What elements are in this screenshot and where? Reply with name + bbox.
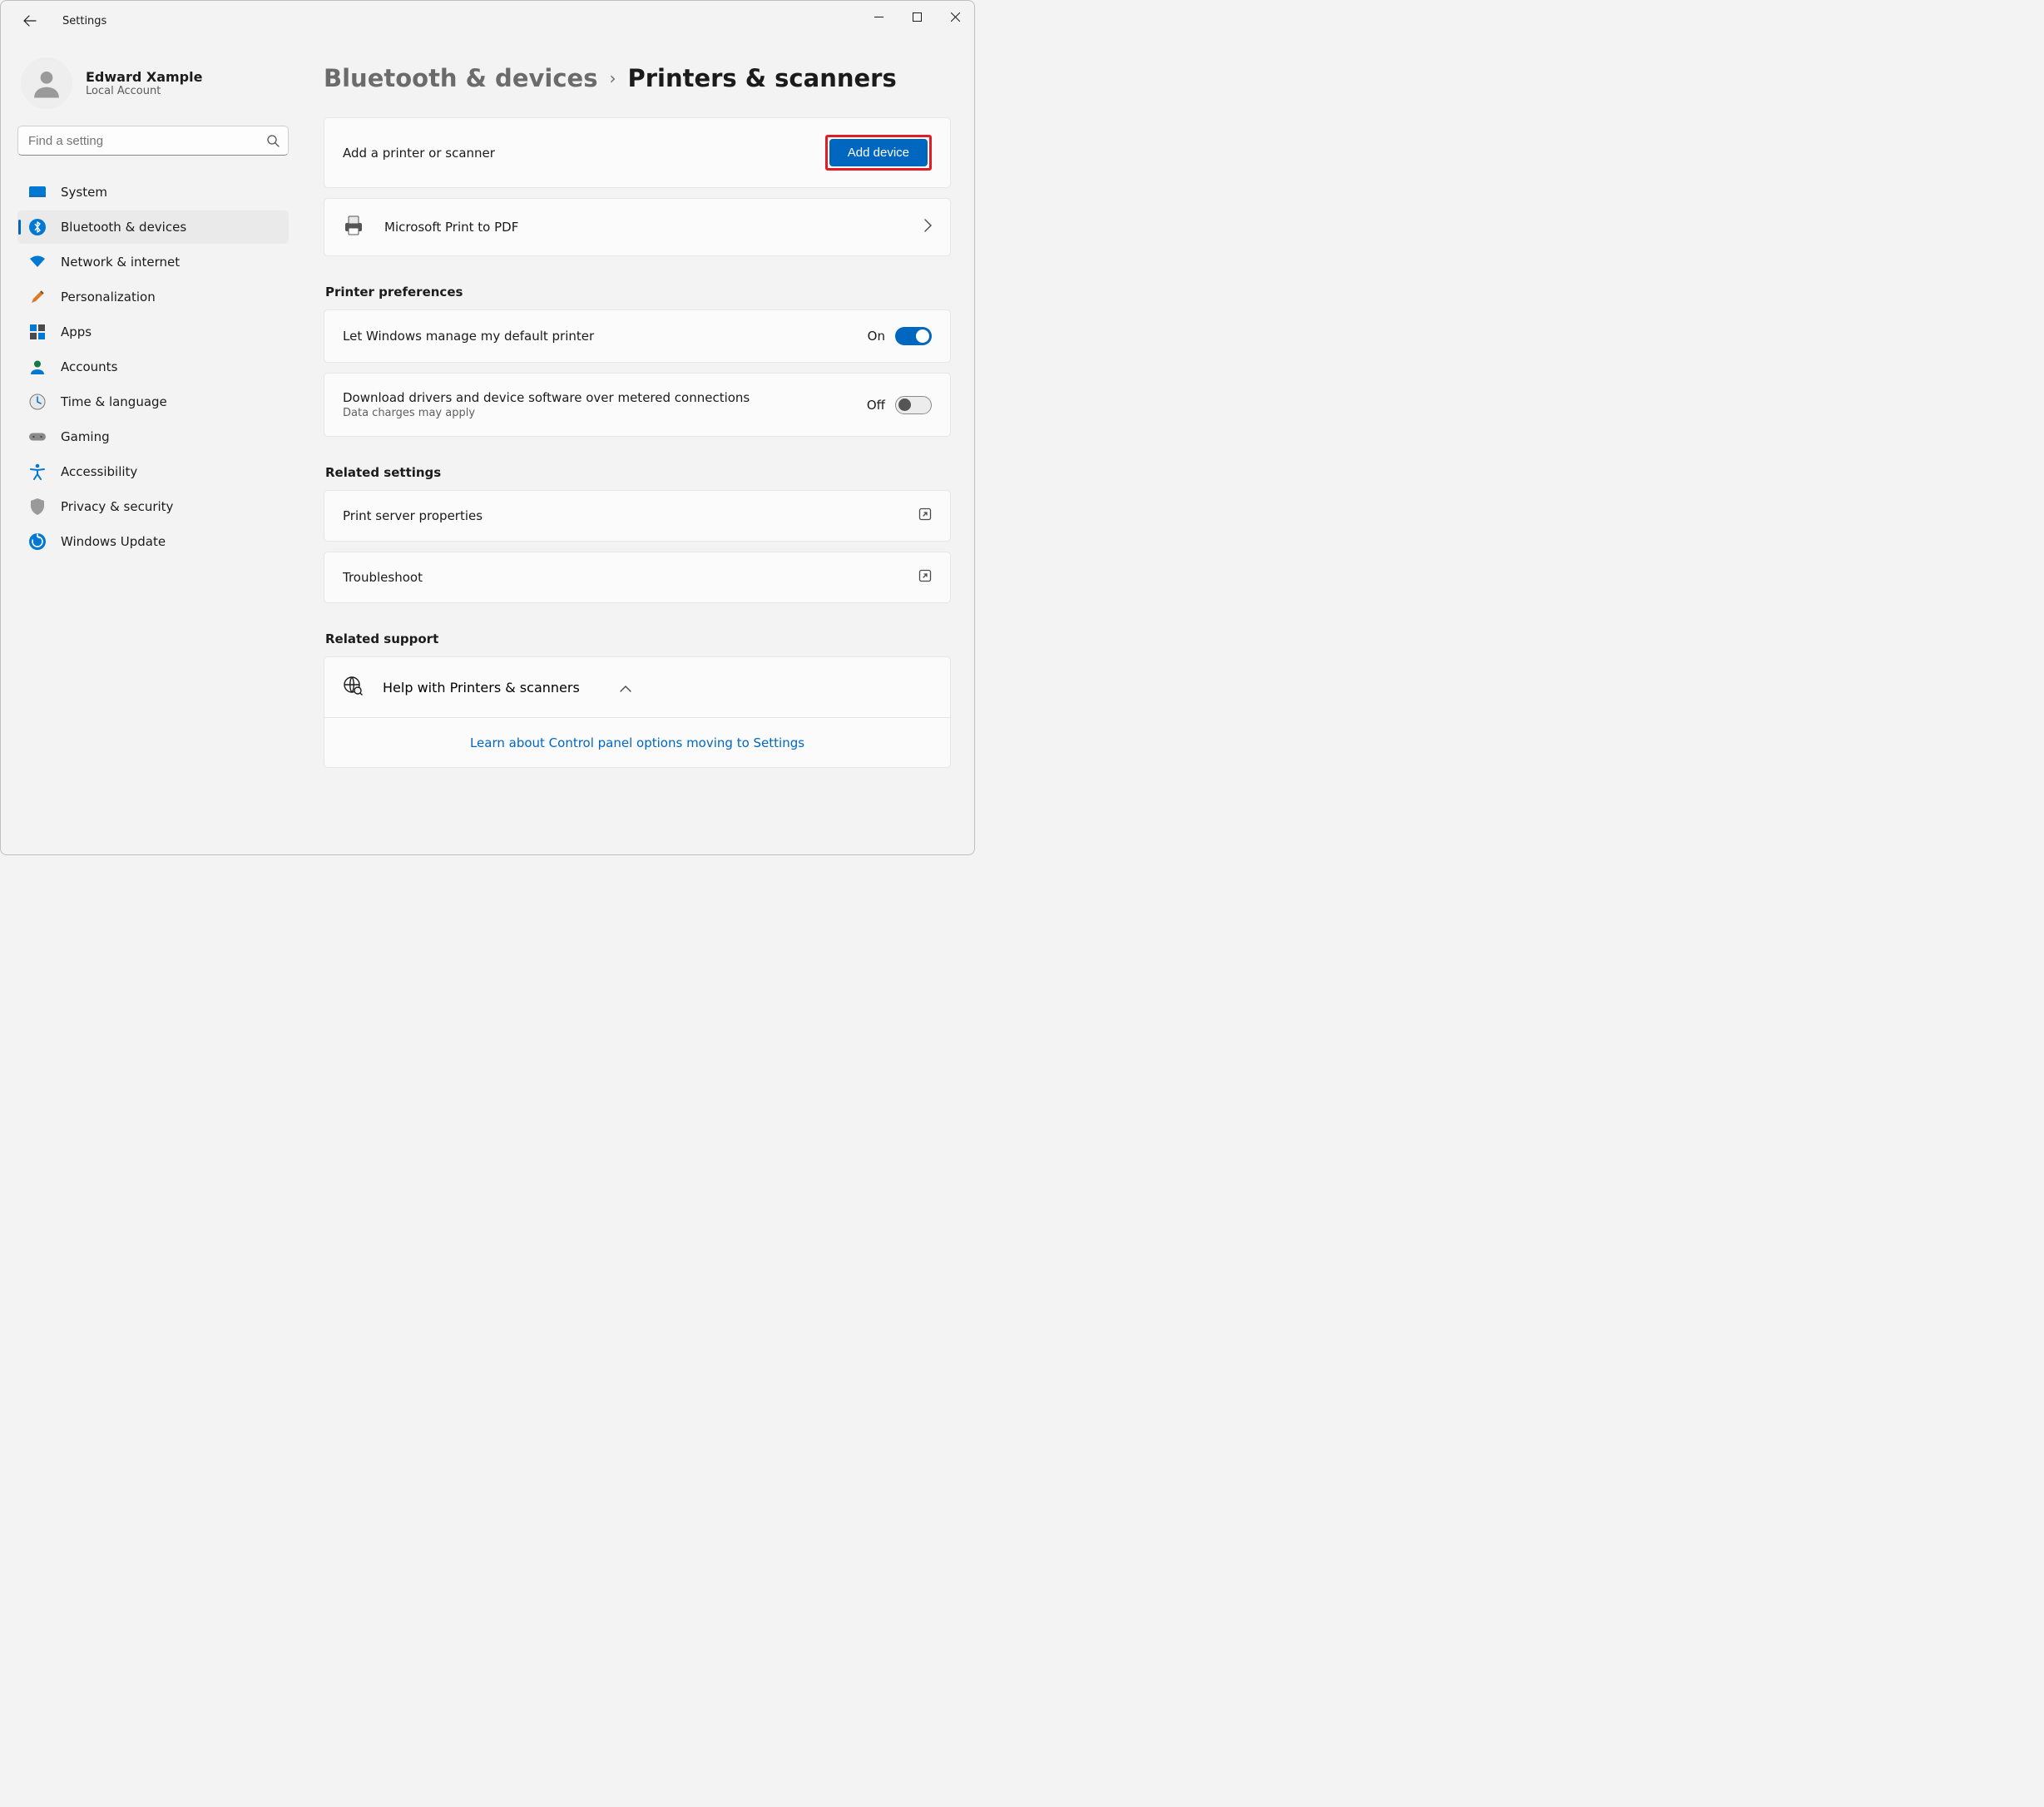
globe-search-icon — [343, 676, 363, 699]
paintbrush-icon — [29, 289, 46, 305]
related-support-heading: Related support — [325, 631, 951, 646]
pref-label: Let Windows manage my default printer — [343, 329, 594, 344]
help-card: Help with Printers & scanners Learn abou… — [324, 656, 951, 768]
titlebar: Settings — [1, 1, 974, 41]
chevron-up-icon — [620, 680, 631, 696]
apps-icon — [29, 324, 46, 340]
arrow-left-icon — [23, 14, 37, 27]
related-settings-heading: Related settings — [325, 465, 951, 480]
breadcrumb-parent[interactable]: Bluetooth & devices — [324, 64, 597, 92]
row-label: Print server properties — [343, 508, 483, 523]
avatar — [21, 57, 72, 109]
shield-icon — [29, 498, 46, 515]
add-printer-label: Add a printer or scanner — [343, 146, 495, 161]
help-link[interactable]: Learn about Control panel options moving… — [470, 735, 804, 750]
nav-personalization[interactable]: Personalization — [17, 280, 289, 314]
row-label: Troubleshoot — [343, 570, 423, 585]
display-icon — [29, 184, 46, 201]
nav-windows-update[interactable]: Windows Update — [17, 525, 289, 558]
search-box[interactable] — [17, 126, 289, 156]
add-printer-row: Add a printer or scanner Add device — [324, 117, 951, 188]
pref-sublabel: Data charges may apply — [343, 407, 750, 419]
highlight-annotation: Add device — [825, 135, 932, 171]
print-server-properties-row[interactable]: Print server properties — [324, 490, 951, 542]
toggle-state-text: On — [868, 329, 885, 344]
pref-label: Download drivers and device software ove… — [343, 390, 750, 405]
nav-label: Accessibility — [61, 464, 137, 479]
clock-globe-icon — [29, 394, 46, 410]
nav-network[interactable]: Network & internet — [17, 245, 289, 279]
window-title: Settings — [62, 15, 106, 27]
nav-gaming[interactable]: Gaming — [17, 420, 289, 453]
help-title: Help with Printers & scanners — [383, 680, 580, 696]
toggle-state-text: Off — [867, 398, 885, 413]
chevron-right-icon — [924, 219, 932, 235]
nav-time-language[interactable]: Time & language — [17, 385, 289, 418]
troubleshoot-row[interactable]: Troubleshoot — [324, 552, 951, 603]
open-external-icon — [918, 569, 932, 586]
account-block[interactable]: Edward Xample Local Account — [17, 57, 289, 109]
nav-label: Time & language — [61, 394, 167, 409]
maximize-button[interactable] — [898, 4, 936, 29]
main-content: Bluetooth & devices › Printers & scanner… — [300, 41, 974, 854]
accessibility-icon — [29, 463, 46, 480]
nav-label: Personalization — [61, 290, 156, 304]
wifi-icon — [29, 254, 46, 270]
metered-download-toggle[interactable] — [895, 396, 932, 414]
printer-name: Microsoft Print to PDF — [384, 220, 518, 235]
breadcrumb-current: Printers & scanners — [627, 64, 896, 92]
nav-accessibility[interactable]: Accessibility — [17, 455, 289, 488]
nav-label: Accounts — [61, 359, 117, 374]
printer-preferences-heading: Printer preferences — [325, 285, 951, 300]
update-icon — [29, 533, 46, 550]
chevron-right-icon: › — [609, 68, 616, 88]
account-type: Local Account — [86, 85, 202, 97]
bluetooth-icon — [29, 219, 46, 235]
nav-system[interactable]: System — [17, 176, 289, 209]
help-header-row[interactable]: Help with Printers & scanners — [324, 657, 950, 717]
sidebar: Edward Xample Local Account System Bluet… — [1, 41, 300, 854]
nav-label: Apps — [61, 324, 92, 339]
help-body: Learn about Control panel options moving… — [324, 717, 950, 767]
printer-icon — [343, 215, 364, 239]
open-external-icon — [918, 507, 932, 524]
add-device-button[interactable]: Add device — [829, 139, 928, 166]
minimize-button[interactable] — [859, 4, 898, 29]
nav-bluetooth-devices[interactable]: Bluetooth & devices — [17, 210, 289, 244]
nav-label: Gaming — [61, 429, 110, 444]
default-printer-toggle[interactable] — [895, 327, 932, 345]
nav-label: Windows Update — [61, 534, 166, 549]
nav-label: Bluetooth & devices — [61, 220, 186, 235]
pref-default-printer: Let Windows manage my default printer On — [324, 309, 951, 363]
back-button[interactable] — [21, 12, 39, 30]
nav-label: Network & internet — [61, 255, 180, 270]
search-icon — [266, 134, 280, 147]
breadcrumb: Bluetooth & devices › Printers & scanner… — [324, 64, 951, 92]
account-icon — [29, 359, 46, 375]
account-name: Edward Xample — [86, 69, 202, 85]
printer-entry[interactable]: Microsoft Print to PDF — [324, 198, 951, 256]
nav-apps[interactable]: Apps — [17, 315, 289, 349]
minimize-icon — [874, 12, 883, 22]
pref-metered-download: Download drivers and device software ove… — [324, 373, 951, 437]
gamepad-icon — [29, 428, 46, 445]
nav-label: System — [61, 185, 107, 200]
close-button[interactable] — [936, 4, 974, 29]
maximize-icon — [913, 12, 922, 22]
nav-label: Privacy & security — [61, 499, 173, 514]
search-input[interactable] — [28, 134, 266, 148]
person-icon — [29, 66, 64, 101]
nav-privacy[interactable]: Privacy & security — [17, 490, 289, 523]
nav-list: System Bluetooth & devices Network & int… — [17, 176, 289, 558]
nav-accounts[interactable]: Accounts — [17, 350, 289, 384]
close-icon — [951, 12, 960, 22]
